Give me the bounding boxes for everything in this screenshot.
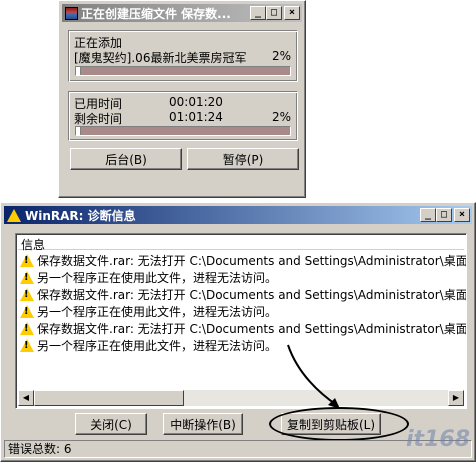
file-progress-fill	[76, 67, 82, 75]
warning-icon	[20, 288, 34, 301]
current-file-name: [魔鬼契约].06最新北美票房冠军	[74, 51, 247, 65]
background-button[interactable]: 后台(B)	[70, 148, 182, 170]
message-text: 另一个程序正在使用此文件，进程无法访问。	[37, 305, 278, 319]
remaining-value: 01:01:24	[169, 110, 223, 124]
total-percent: 2%	[271, 110, 291, 124]
close-button[interactable]: 关闭(C)	[75, 413, 147, 435]
minimize-icon[interactable]: _	[250, 6, 266, 20]
status-bar: 错误总数: 6	[4, 440, 472, 458]
progress-window: 正在创建压缩文件 保存数... _ □ × 正在添加 [魔鬼契约].06最新北美…	[58, 0, 306, 198]
warning-icon	[20, 254, 34, 267]
diagnostics-title: WinRAR: 诊断信息	[25, 208, 136, 223]
break-operation-button[interactable]: 中断操作(B)	[163, 413, 243, 435]
file-progress-group: 正在添加 [魔鬼契约].06最新北美票房冠军 2%	[68, 30, 298, 82]
diagnostics-title-bar[interactable]: WinRAR: 诊断信息 _ □ ×	[4, 206, 472, 224]
it168-watermark-logo: it168	[406, 427, 470, 452]
annotation-ellipse	[269, 407, 409, 441]
horizontal-scrollbar[interactable]: ◀ ▶	[18, 390, 464, 406]
total-progress-fill	[76, 127, 82, 135]
progress-title-bar[interactable]: 正在创建压缩文件 保存数... _ □ ×	[62, 4, 302, 22]
winrar-app-icon	[65, 6, 78, 20]
messages-list[interactable]: 信息 保存数据文件.rar: 无法打开 C:\Documents and Set…	[15, 233, 467, 409]
message-text: 保存数据文件.rar: 无法打开 C:\Documents and Settin…	[37, 254, 467, 268]
list-item[interactable]: 保存数据文件.rar: 无法打开 C:\Documents and Settin…	[20, 252, 467, 269]
file-progress-bar	[75, 66, 291, 76]
progress-title: 正在创建压缩文件 保存数...	[81, 6, 231, 21]
minimize-icon[interactable]: _	[420, 208, 436, 222]
list-item[interactable]: 另一个程序正在使用此文件，进程无法访问。	[20, 337, 277, 354]
scroll-thumb[interactable]	[34, 390, 184, 406]
total-progress-bar	[75, 126, 291, 136]
warning-icon	[20, 339, 34, 352]
list-item[interactable]: 另一个程序正在使用此文件，进程无法访问。	[20, 269, 277, 286]
maximize-icon[interactable]: □	[266, 6, 282, 20]
column-header-info[interactable]: 信息	[18, 236, 464, 252]
scroll-right-icon[interactable]: ▶	[448, 390, 464, 406]
list-item[interactable]: 保存数据文件.rar: 无法打开 C:\Documents and Settin…	[20, 320, 467, 337]
list-item[interactable]: 另一个程序正在使用此文件，进程无法访问。	[20, 303, 277, 320]
elapsed-value: 00:01:20	[169, 95, 223, 109]
close-icon[interactable]: ×	[454, 208, 470, 222]
file-percent: 2%	[271, 49, 291, 63]
remaining-label: 剩余时间	[74, 112, 123, 126]
warning-icon	[20, 271, 34, 284]
scroll-left-icon[interactable]: ◀	[18, 390, 34, 406]
warning-icon	[20, 305, 34, 318]
maximize-icon[interactable]: □	[436, 208, 452, 222]
message-text: 保存数据文件.rar: 无法打开 C:\Documents and Settin…	[37, 288, 467, 302]
close-icon[interactable]: ×	[284, 6, 300, 20]
list-item[interactable]: 保存数据文件.rar: 无法打开 C:\Documents and Settin…	[20, 286, 467, 303]
pause-button[interactable]: 暂停(P)	[187, 148, 299, 170]
message-text: 另一个程序正在使用此文件，进程无法访问。	[37, 271, 278, 285]
message-text: 保存数据文件.rar: 无法打开 C:\Documents and Settin…	[37, 322, 467, 336]
warning-icon	[20, 322, 34, 335]
time-progress-group: 已用时间 00:01:20 剩余时间 01:01:24 2%	[68, 91, 298, 141]
warning-title-icon	[7, 208, 21, 222]
diagnostics-window: WinRAR: 诊断信息 _ □ × 信息 保存数据文件.rar: 无法打开 C…	[0, 202, 476, 462]
message-text: 另一个程序正在使用此文件，进程无法访问。	[37, 339, 278, 353]
